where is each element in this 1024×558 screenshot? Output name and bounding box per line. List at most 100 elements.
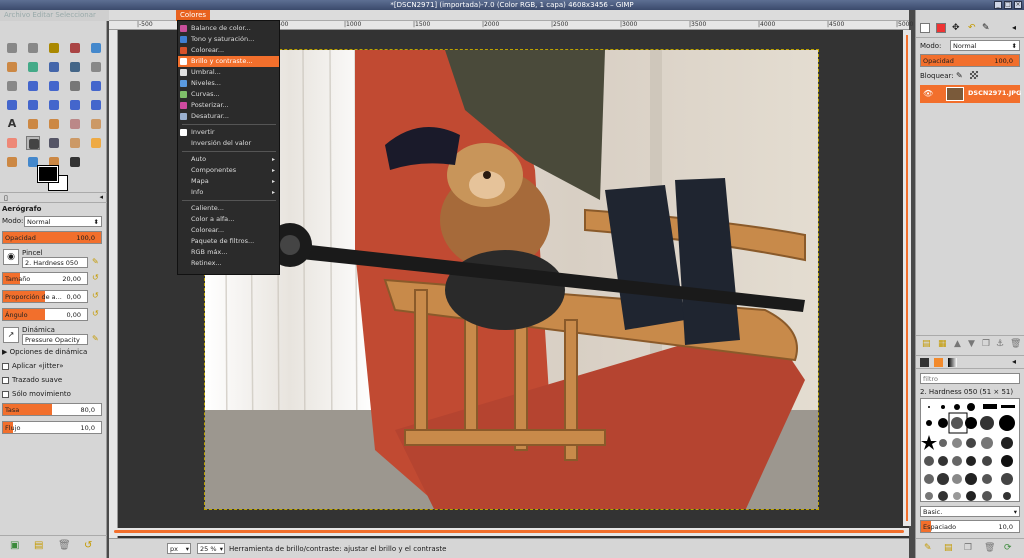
size-slider[interactable]: Tamaño 20,00 (2, 272, 88, 285)
menu-item-inversion-del-valor[interactable]: Inversión del valor (178, 138, 279, 149)
brush-preview[interactable]: ◉ (3, 249, 19, 265)
layers-tab-icon[interactable] (920, 23, 930, 33)
menu-item-retinex[interactable]: Retinex... (178, 258, 279, 269)
layers-mode-select[interactable]: Normal ⬍ (950, 40, 1020, 51)
brush-grid[interactable] (920, 398, 1020, 502)
unit-select[interactable]: px ▾ (167, 543, 191, 554)
aspect-ratio-slider[interactable]: Proporción de a... 0,00 (2, 290, 88, 303)
lock-pixels-icon[interactable]: ✎ (956, 71, 963, 80)
dynamics-select[interactable]: Pressure Opacity (22, 334, 88, 345)
angle-slider[interactable]: Ángulo 0,00 (2, 308, 88, 321)
horizontal-scrollbar[interactable] (109, 528, 909, 536)
menu-item-colorear[interactable]: Colorear... (178, 225, 279, 236)
close-button[interactable]: × (1014, 1, 1022, 9)
hscroll-thumb[interactable] (114, 530, 904, 533)
clone-icon[interactable] (68, 136, 82, 150)
gradients-tab-icon[interactable] (948, 358, 957, 367)
blend-icon[interactable] (47, 117, 61, 131)
tab-menu-icon[interactable]: ◂ (1012, 357, 1016, 366)
ink-icon[interactable] (47, 136, 61, 150)
raise-layer-icon[interactable]: ▲ (954, 339, 961, 349)
rect-select-icon[interactable] (5, 41, 19, 55)
crop-icon[interactable] (68, 79, 82, 93)
lower-layer-icon[interactable]: ▼ (968, 339, 975, 349)
fg-bg-color-selector[interactable] (37, 165, 68, 192)
brushes-tab-icon[interactable] (920, 358, 929, 367)
airbrush-icon[interactable] (26, 136, 40, 150)
menu-item-tono-y-saturacion[interactable]: Tono y saturación... (178, 34, 279, 45)
menu-item-auto[interactable]: Auto ▸ (178, 154, 279, 165)
duplicate-brush-icon[interactable]: ❐ (964, 543, 972, 553)
move-icon[interactable] (26, 79, 40, 93)
menu-item-paquete-de-filtros[interactable]: Paquete de filtros... (178, 236, 279, 247)
text-icon[interactable]: A (5, 117, 19, 131)
menu-item-caliente[interactable]: Caliente... (178, 203, 279, 214)
reset-size-icon[interactable]: ↺ (92, 273, 99, 282)
motion-checkbox-box[interactable] (2, 390, 9, 398)
vscroll-thumb[interactable] (906, 35, 908, 521)
new-layer-icon[interactable]: ▤ (922, 339, 931, 349)
layer-visibility-icon[interactable]: 👁 (923, 89, 933, 98)
layer-opacity-slider[interactable]: Opacidad 100,0 (920, 54, 1020, 67)
lock-alpha-icon[interactable] (970, 71, 978, 79)
measure-icon[interactable] (5, 79, 19, 93)
perspective-clone-icon[interactable] (5, 155, 19, 169)
color-picker-icon[interactable] (68, 60, 82, 74)
jitter-checkbox-box[interactable] (2, 362, 9, 370)
smooth-stroke-checkbox[interactable]: Trazado suave (2, 374, 102, 386)
zoom-select[interactable]: 25 % ▾ (197, 543, 225, 554)
spacing-slider[interactable]: Espaciado 10,0 (920, 520, 1020, 533)
fuzzy-select-icon[interactable] (68, 41, 82, 55)
perspective-icon[interactable] (47, 98, 61, 112)
brush-select[interactable]: 2. Hardness 050 (22, 257, 88, 268)
duplicate-layer-icon[interactable]: ❐ (982, 339, 990, 349)
menu-item-brillo-y-contraste[interactable]: Brillo y contraste... (178, 56, 279, 67)
opacity-slider[interactable]: Opacidad 100,0 (2, 231, 102, 244)
vertical-ruler[interactable] (109, 30, 118, 546)
delete-options-icon[interactable]: 🗑 (58, 540, 71, 551)
restore-options-icon[interactable]: ▤ (34, 540, 43, 551)
dodge-burn-icon[interactable] (68, 155, 82, 169)
eraser-icon[interactable] (5, 136, 19, 150)
free-select-icon[interactable] (47, 41, 61, 55)
scale-icon[interactable] (5, 98, 19, 112)
reset-options-icon[interactable]: ↺ (84, 540, 92, 551)
flow-slider[interactable]: Flujo 10,0 (2, 421, 102, 434)
mode-select[interactable]: Normal ⬍ (24, 216, 102, 227)
new-group-icon[interactable]: ▦ (938, 339, 947, 349)
menu-item-curvas[interactable]: Curvas... (178, 89, 279, 100)
brush-preset-select[interactable]: Basic. ▾ (920, 506, 1020, 517)
menu-item-balance-de-color[interactable]: Balance de color... (178, 23, 279, 34)
paths-tab-icon[interactable]: ✥ (952, 23, 960, 33)
reset-aspect-icon[interactable]: ↺ (92, 291, 99, 300)
patterns-tab-icon[interactable] (934, 358, 943, 367)
motion-only-checkbox[interactable]: Sólo movimiento (2, 388, 102, 400)
minimize-button[interactable]: _ (994, 1, 1002, 9)
channels-tab-icon[interactable] (936, 23, 946, 33)
dynamics-icon[interactable]: ↗ (3, 327, 19, 343)
brush-tab-icon[interactable]: ✎ (982, 23, 990, 33)
vertical-scrollbar[interactable] (903, 30, 911, 526)
maximize-button[interactable]: □ (1004, 1, 1012, 9)
flip-icon[interactable] (68, 98, 82, 112)
foreground-select-icon[interactable] (26, 60, 40, 74)
layer-row[interactable]: 👁 DSCN2971.JPG (920, 85, 1021, 103)
shear-icon[interactable] (26, 98, 40, 112)
menu-item-color-a-alfa[interactable]: Color a alfa... (178, 214, 279, 225)
rotate-icon[interactable] (89, 79, 103, 93)
cage-icon[interactable] (89, 98, 103, 112)
save-options-icon[interactable]: ▣ (10, 540, 19, 551)
ellipse-select-icon[interactable] (26, 41, 40, 55)
heal-icon[interactable] (89, 136, 103, 150)
jitter-checkbox[interactable]: Aplicar «jitter» (2, 360, 102, 372)
anchor-layer-icon[interactable]: ⚓ (996, 339, 1004, 349)
paintbrush-icon[interactable] (89, 117, 103, 131)
menu-item-info[interactable]: Info ▸ (178, 187, 279, 198)
tab-menu-icon[interactable]: ◂ (99, 193, 103, 201)
rate-slider[interactable]: Tasa 80,0 (2, 403, 102, 416)
menu-item-invertir[interactable]: Invertir (178, 127, 279, 138)
edit-brush-icon[interactable]: ✎ (92, 257, 99, 266)
refresh-brushes-icon[interactable]: ⟳ (1004, 543, 1012, 553)
zoom-icon[interactable] (89, 60, 103, 74)
align-icon[interactable] (47, 79, 61, 93)
